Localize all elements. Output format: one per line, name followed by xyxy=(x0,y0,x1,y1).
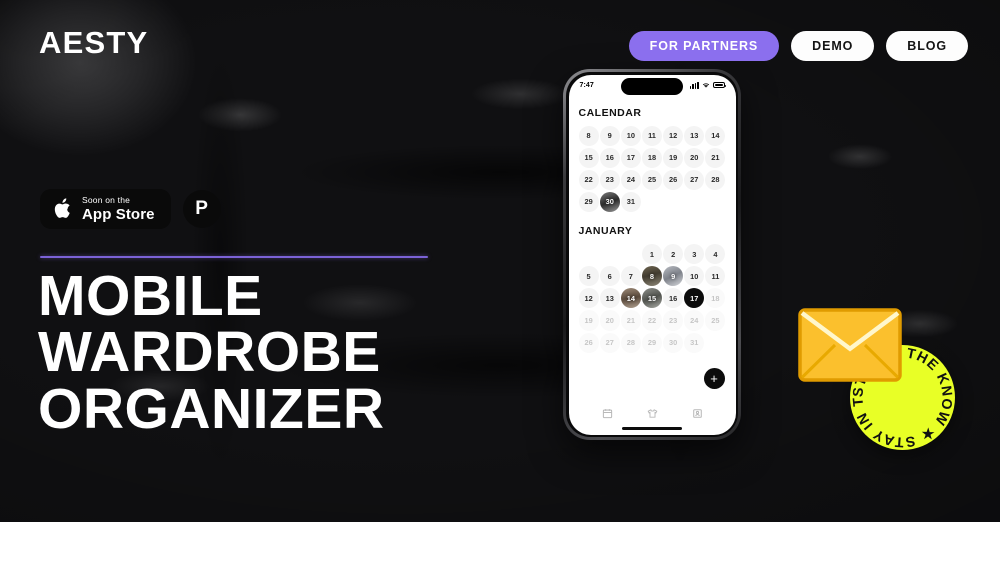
calendar-day-empty xyxy=(600,244,620,264)
calendar-day-9[interactable]: 9 xyxy=(599,125,620,146)
calendar-day-8[interactable]: 8 xyxy=(641,266,663,287)
home-indicator xyxy=(622,426,682,430)
calendar-day-25[interactable]: 25 xyxy=(705,310,726,331)
calendar-grid-top[interactable]: 8 9 10 11 12 13 14 15 16 17 18 19 20 21 22 23 24 25 26 27 28… xyxy=(578,125,726,213)
calendar-day-4[interactable]: 4 xyxy=(705,244,726,265)
calendar-day-10[interactable]: 10 xyxy=(620,125,641,146)
calendar-day-22[interactable]: 22 xyxy=(641,310,663,331)
calendar-day-15[interactable]: 15 xyxy=(578,147,599,168)
status-time: 7:47 xyxy=(579,81,594,89)
calendar-grid-january[interactable]: 1 2 3 4 5 6 7 8 9 10 11 12 13 14 15 16 17 18 19 20 21 22 23 24 2… xyxy=(578,244,726,353)
calendar-day-17[interactable]: 17 xyxy=(684,288,705,309)
calendar-day-12[interactable]: 12 xyxy=(663,125,684,146)
calendar-day-27[interactable]: 27 xyxy=(684,169,705,190)
calendar-day-31[interactable]: 31 xyxy=(684,332,705,353)
calendar-icon[interactable] xyxy=(602,408,613,419)
landing-page: AESTY FOR PARTNERS DEMO BLOG Soon on the… xyxy=(0,0,1000,563)
bottom-tab-bar xyxy=(569,408,736,419)
status-bar: 7:47 xyxy=(569,75,736,96)
tshirt-icon[interactable] xyxy=(647,408,658,419)
calendar-day-30[interactable]: 30 xyxy=(663,332,684,353)
hero-section: AESTY FOR PARTNERS DEMO BLOG Soon on the… xyxy=(0,0,1000,522)
nav-button-blog[interactable]: BLOG xyxy=(886,31,968,61)
calendar-day-21[interactable]: 21 xyxy=(620,310,641,331)
calendar-day-8[interactable]: 8 xyxy=(578,125,599,146)
brand-logo[interactable]: AESTY xyxy=(39,27,148,58)
stay-in-the-know-badge[interactable]: STAY IN THE KNOW ★ STAY IN THE KNOW ★ xyxy=(798,308,955,450)
calendar-day-9[interactable]: 9 xyxy=(663,266,684,287)
calendar-day-23[interactable]: 23 xyxy=(663,310,684,331)
top-navigation: FOR PARTNERS DEMO BLOG xyxy=(628,31,968,61)
calendar-day-5[interactable]: 5 xyxy=(578,266,599,287)
calendar-day-21[interactable]: 21 xyxy=(705,147,726,168)
calendar-day-24[interactable]: 24 xyxy=(620,169,641,190)
pinterest-button[interactable]: P xyxy=(182,189,221,228)
app-store-badge[interactable]: Soon on the App Store xyxy=(40,189,171,229)
calendar-day-24[interactable]: 24 xyxy=(684,310,705,331)
profile-card-icon[interactable] xyxy=(692,408,703,419)
calendar-day-20[interactable]: 20 xyxy=(684,147,705,168)
nav-button-demo[interactable]: DEMO xyxy=(791,31,875,61)
phone-mockup: 7:47 CALENDAR 8 9 10 11 12 13 14 15 16 1… xyxy=(563,69,741,440)
calendar-day-20[interactable]: 20 xyxy=(599,310,620,331)
calendar-day-25[interactable]: 25 xyxy=(641,169,663,190)
calendar-day-3[interactable]: 3 xyxy=(684,244,705,265)
phone-bezel: 7:47 CALENDAR 8 9 10 11 12 13 14 15 16 1… xyxy=(566,72,738,437)
calendar-day-11[interactable]: 11 xyxy=(641,125,663,146)
section-title-calendar: CALENDAR xyxy=(578,106,642,119)
calendar-day-13[interactable]: 13 xyxy=(684,125,705,146)
calendar-day-27[interactable]: 27 xyxy=(599,332,620,353)
store-badges: Soon on the App Store P xyxy=(40,189,221,229)
phone-screen: 7:47 CALENDAR 8 9 10 11 12 13 14 15 16 1… xyxy=(568,74,736,435)
calendar-day-31[interactable]: 31 xyxy=(620,191,641,213)
battery-icon xyxy=(712,81,727,89)
add-button[interactable]: + xyxy=(703,367,725,389)
calendar-day-15[interactable]: 15 xyxy=(641,288,663,309)
calendar-day-29[interactable]: 29 xyxy=(641,332,663,353)
calendar-day-16[interactable]: 16 xyxy=(663,288,684,309)
accent-divider xyxy=(40,256,428,258)
calendar-day-23[interactable]: 23 xyxy=(599,169,620,190)
calendar-day-28[interactable]: 28 xyxy=(620,332,641,353)
calendar-day-14[interactable]: 14 xyxy=(620,288,641,309)
calendar-day-18[interactable]: 18 xyxy=(705,288,726,309)
headline-line-3: ORGANIZER xyxy=(38,376,385,441)
calendar-day-2[interactable]: 2 xyxy=(663,244,684,265)
calendar-day-empty xyxy=(579,244,599,264)
signal-icon xyxy=(689,81,699,89)
phone-frame: 7:47 CALENDAR 8 9 10 11 12 13 14 15 16 1… xyxy=(563,69,741,440)
calendar-day-13[interactable]: 13 xyxy=(599,288,620,309)
app-store-label: App Store xyxy=(82,205,155,223)
nav-button-for-partners[interactable]: FOR PARTNERS xyxy=(628,31,780,61)
calendar-day-14[interactable]: 14 xyxy=(705,125,726,146)
apple-icon xyxy=(54,198,70,219)
calendar-day-29[interactable]: 29 xyxy=(578,191,599,213)
calendar-screen: CALENDAR 8 9 10 11 12 13 14 15 16 17 18 19 20 21 22 23 2… xyxy=(569,96,736,353)
calendar-day-10[interactable]: 10 xyxy=(684,266,705,287)
headline-line-1: MOBILE xyxy=(38,264,263,328)
calendar-day-17[interactable]: 17 xyxy=(620,147,641,168)
calendar-day-12[interactable]: 12 xyxy=(578,288,599,309)
calendar-day-26[interactable]: 26 xyxy=(663,169,684,190)
calendar-day-28[interactable]: 28 xyxy=(705,169,726,190)
envelope-icon xyxy=(798,308,902,382)
calendar-day-30[interactable]: 30 xyxy=(599,191,620,213)
calendar-day-19[interactable]: 19 xyxy=(663,147,684,168)
calendar-day-6[interactable]: 6 xyxy=(599,266,620,287)
calendar-day-26[interactable]: 26 xyxy=(578,332,599,353)
dynamic-island xyxy=(621,77,683,95)
calendar-day-16[interactable]: 16 xyxy=(599,147,620,168)
wifi-icon xyxy=(702,82,709,88)
calendar-day-1[interactable]: 1 xyxy=(641,244,663,265)
calendar-day-7[interactable]: 7 xyxy=(620,266,641,287)
section-title-january: JANUARY xyxy=(578,225,633,238)
app-store-eyebrow: Soon on the xyxy=(82,195,131,205)
calendar-day-19[interactable]: 19 xyxy=(578,310,599,331)
headline-line-2: WARDROBE xyxy=(38,320,381,385)
page-title: MOBILE WARDROBE ORGANIZER xyxy=(38,264,385,441)
calendar-day-22[interactable]: 22 xyxy=(578,169,599,190)
calendar-day-empty xyxy=(621,244,641,264)
calendar-day-18[interactable]: 18 xyxy=(641,147,663,168)
calendar-day-11[interactable]: 11 xyxy=(705,266,726,287)
